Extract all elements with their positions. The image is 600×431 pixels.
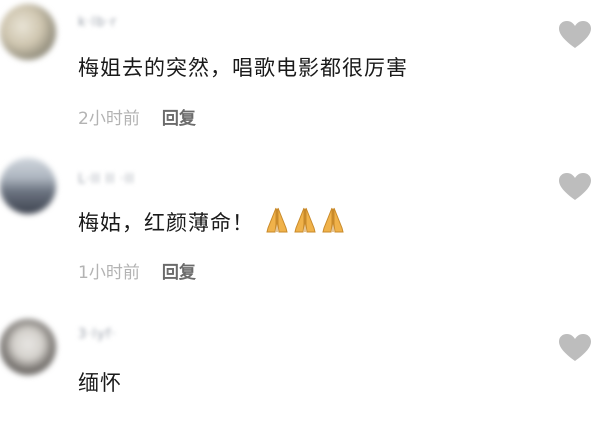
avatar[interactable]	[0, 4, 56, 60]
comment-item: L·ll ll ·ll 梅姑，红颜薄命！ 1小时前 回复	[0, 150, 600, 290]
folded-hands-emoji	[266, 207, 288, 233]
avatar[interactable]	[0, 158, 56, 214]
comment-text: 梅姐去的突然，唱歌电影都很厉害	[78, 56, 408, 80]
comment-time: 2小时前	[78, 109, 140, 129]
avatar[interactable]	[0, 319, 56, 375]
comment-item: k·lb·r 梅姐去的突然，唱歌电影都很厉害 2小时前 回复	[0, 0, 600, 140]
comment-text-content: 梅姑，红颜薄命！	[78, 211, 254, 235]
folded-hands-emoji	[322, 207, 344, 233]
folded-hands-emoji	[294, 207, 316, 233]
comment-meta: 1小时前 回复	[78, 258, 196, 283]
comment-text: 缅怀	[78, 371, 122, 395]
heart-icon[interactable]	[558, 20, 592, 50]
username[interactable]: L·ll ll ·ll	[78, 172, 134, 188]
comment-text: 梅姑，红颜薄命！	[78, 206, 346, 237]
comment-item: 3·lyf· 缅怀	[0, 305, 600, 431]
comment-time: 1小时前	[78, 263, 140, 283]
reply-button[interactable]: 回复	[162, 109, 196, 129]
username[interactable]: k·lb·r	[78, 15, 117, 31]
reply-button[interactable]: 回复	[162, 263, 196, 283]
comment-meta: 2小时前 回复	[78, 104, 196, 129]
username[interactable]: 3·lyf·	[78, 327, 116, 343]
heart-icon[interactable]	[558, 333, 592, 363]
heart-icon[interactable]	[558, 172, 592, 202]
